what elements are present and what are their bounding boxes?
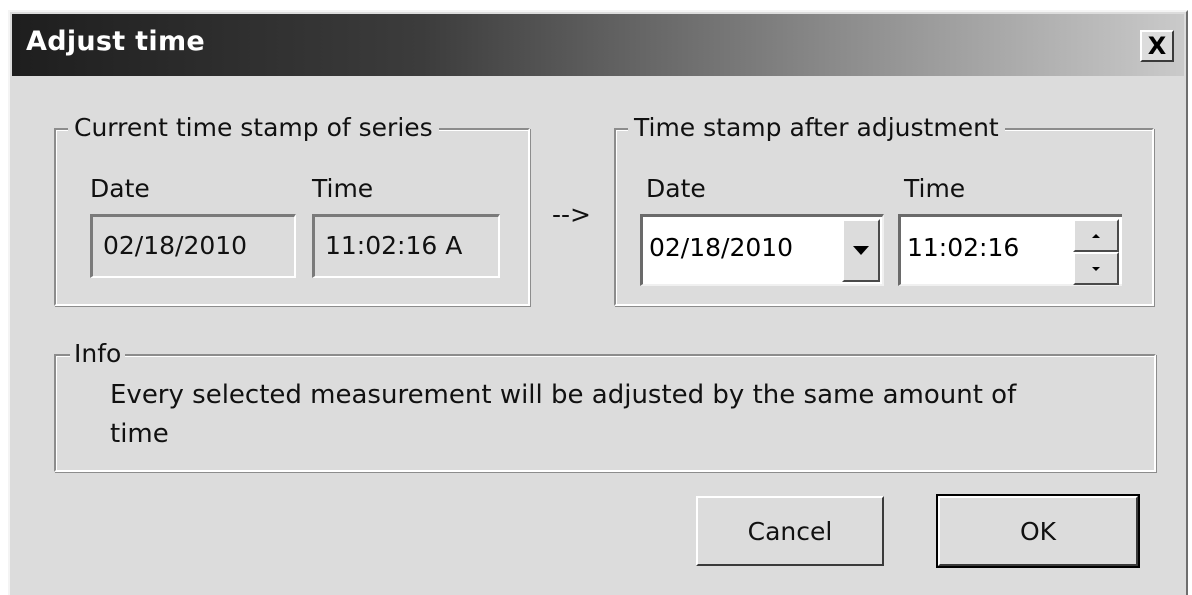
info-line-1: Every selected measurement will be adjus…: [110, 380, 1017, 410]
current-time-field: 11:02:16 A: [312, 214, 500, 278]
close-button[interactable]: X: [1140, 30, 1174, 62]
spin-up-icon: [1092, 233, 1100, 238]
ok-button[interactable]: OK: [936, 494, 1140, 568]
title-bar[interactable]: Adjust time X: [12, 14, 1184, 76]
adjusted-time-value: 11:02:16: [907, 233, 1020, 262]
adjusted-time-label: Time: [904, 174, 966, 203]
info-group: Info Every selected measurement will be …: [54, 336, 1156, 472]
info-legend: Info: [70, 336, 126, 372]
close-icon: X: [1147, 32, 1167, 60]
adjust-time-dialog: Adjust time X Current time stamp of seri…: [8, 10, 1188, 595]
adjusted-date-value: 02/18/2010: [649, 233, 794, 262]
arrow-label: -->: [552, 200, 591, 229]
current-timestamp-group: Current time stamp of series Date Time 0…: [54, 110, 530, 306]
current-date-field: 02/18/2010: [90, 214, 296, 278]
adjusted-date-label: Date: [646, 174, 706, 203]
dialog-title: Adjust time: [26, 26, 205, 57]
adjusted-timestamp-group: Time stamp after adjustment Date Time 02…: [614, 110, 1154, 306]
spin-down-icon: [1092, 266, 1100, 271]
spin-up-button[interactable]: [1073, 219, 1119, 252]
info-line-2: time: [110, 419, 169, 449]
current-timestamp-legend: Current time stamp of series: [68, 110, 439, 146]
cancel-button[interactable]: Cancel: [696, 496, 884, 566]
time-spinner: [1073, 219, 1119, 285]
adjusted-timestamp-legend: Time stamp after adjustment: [628, 110, 1005, 146]
chevron-down-icon: [853, 246, 869, 255]
date-dropdown-button[interactable]: [842, 219, 880, 282]
spin-down-button[interactable]: [1073, 252, 1119, 285]
adjusted-time-field[interactable]: 11:02:16: [898, 214, 1122, 286]
current-date-label: Date: [90, 174, 150, 203]
current-time-label: Time: [312, 174, 374, 203]
adjusted-date-picker[interactable]: 02/18/2010: [640, 214, 884, 286]
